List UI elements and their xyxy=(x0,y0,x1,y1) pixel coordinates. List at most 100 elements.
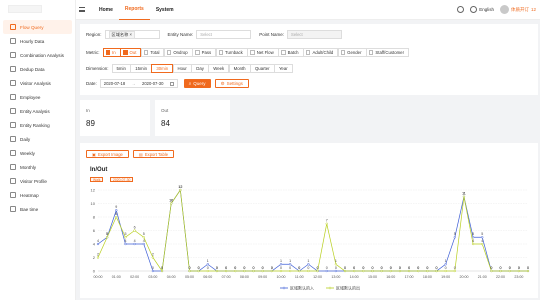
x-tick-label: 03:00 xyxy=(148,275,157,279)
x-tick-label: 12:00 xyxy=(313,275,322,279)
dimension-option[interactable]: Day xyxy=(191,64,209,73)
metric-checkbox[interactable]: Pass xyxy=(192,48,217,57)
metric-checkbox[interactable]: Out xyxy=(120,48,142,57)
legend-marker xyxy=(282,286,286,290)
sidebar-item[interactable]: Flow Query xyxy=(3,20,72,34)
dimension-option[interactable]: Week xyxy=(208,64,230,73)
sidebar-item[interactable]: Heatmap xyxy=(3,188,72,202)
sidebar-item[interactable]: Employee xyxy=(3,90,72,104)
sidebar-item[interactable]: Daily xyxy=(3,132,72,146)
point-select[interactable]: Select xyxy=(287,30,343,39)
metric-checkbox[interactable]: Batch xyxy=(278,48,304,57)
metric-checkbox[interactable]: Adult/Child xyxy=(302,48,339,57)
data-point xyxy=(453,269,456,273)
metric-checkbox[interactable]: Ondrop xyxy=(163,48,193,57)
sidebar-item[interactable]: Monthly xyxy=(3,160,72,174)
legend-label: 区域默认的出 xyxy=(336,285,360,291)
data-label: 0 xyxy=(253,266,255,270)
metric-label: Metric: xyxy=(86,50,100,55)
language-switch[interactable]: English xyxy=(470,6,494,13)
data-point xyxy=(124,242,127,246)
data-label: 0 xyxy=(362,266,364,270)
data-point xyxy=(142,242,145,246)
data-label: 0 xyxy=(225,266,227,270)
sidebar-item-label: Entity Analysis xyxy=(20,108,50,114)
data-label: 0 xyxy=(161,266,163,270)
data-point xyxy=(490,269,493,273)
data-point xyxy=(517,269,521,273)
x-tick-label: 02:00 xyxy=(130,275,139,279)
settings-button[interactable]: ⚙ Settings xyxy=(214,79,249,88)
dimension-label: Dimension: xyxy=(86,66,109,71)
top-tab[interactable]: Reports xyxy=(118,0,150,20)
metric-label: Turnback xyxy=(225,50,243,55)
region-label: Region: xyxy=(86,32,102,37)
x-tick-label: 06:00 xyxy=(203,275,212,279)
data-label: 0 xyxy=(298,266,300,270)
sidebar-item[interactable]: Entity Analysis xyxy=(3,104,72,118)
data-point xyxy=(471,242,475,246)
metric-checkbox[interactable]: Staff/Customer xyxy=(365,48,409,57)
metric-label: Adult/Child xyxy=(312,50,334,55)
data-label: 0 xyxy=(408,266,410,270)
data-label: 0 xyxy=(353,266,355,270)
data-label: 5 xyxy=(106,232,108,236)
data-point xyxy=(170,202,173,205)
dimension-option[interactable]: 30min xyxy=(151,64,174,73)
metric-checkbox[interactable]: In xyxy=(102,48,121,57)
stat-label: Out xyxy=(161,108,169,113)
metric-checkbox[interactable]: Net Flow xyxy=(247,48,279,57)
dimension-option[interactable]: Month xyxy=(228,64,251,73)
settings-icon[interactable] xyxy=(457,6,465,13)
data-point xyxy=(426,269,429,273)
top-right-area: English 体质开订 12 xyxy=(457,5,540,14)
data-label: 4 xyxy=(97,239,99,243)
sidebar-item[interactable]: Combination Analysis xyxy=(3,48,72,62)
sidebar-item[interactable]: Entity Ranking xyxy=(3,118,72,132)
data-label: 4 xyxy=(481,239,483,243)
dimension-option[interactable]: 15min xyxy=(130,64,152,73)
x-tick-label: 15:00 xyxy=(368,275,377,279)
top-tab[interactable]: Home xyxy=(93,0,119,20)
data-label: 0 xyxy=(307,266,309,270)
data-label: 0 xyxy=(326,266,328,270)
data-label: 1 xyxy=(289,259,291,263)
checkbox-icon xyxy=(250,50,255,55)
sidebar-item-label: Combination Analysis xyxy=(20,52,64,58)
region-select[interactable]: 区域名称 × xyxy=(104,30,160,39)
top-tab[interactable]: System xyxy=(150,0,180,20)
x-tick-label: 22:00 xyxy=(496,275,505,279)
sidebar-item[interactable]: Dedup Data xyxy=(3,62,72,76)
metric-checkbox[interactable]: Total xyxy=(140,48,165,57)
data-point xyxy=(508,269,511,273)
entity-select[interactable]: Select xyxy=(196,30,252,39)
data-label: 0 xyxy=(509,266,511,270)
menu-toggle-icon[interactable] xyxy=(79,7,85,12)
data-point xyxy=(407,269,411,273)
metric-checkbox[interactable]: Turnback xyxy=(215,48,248,57)
chart-panel: ▣ Export Image ▤ Export Table In/Out Wal… xyxy=(80,143,538,298)
sidebar-item[interactable]: Bae time xyxy=(3,202,72,216)
x-tick-label: 14:00 xyxy=(350,275,359,279)
dimension-option[interactable]: Hour xyxy=(172,64,192,73)
metric-label: Gender xyxy=(347,50,362,55)
sidebar-item[interactable]: Hourly Data xyxy=(3,34,72,48)
x-tick-label: 16:00 xyxy=(386,275,395,279)
user-menu[interactable]: 体质开订 12 xyxy=(499,5,536,14)
search-icon: ⌕ xyxy=(188,81,192,86)
query-button[interactable]: ⌕ Query xyxy=(183,79,211,88)
sidebar-item[interactable]: Weekly xyxy=(3,146,72,160)
sidebar-item[interactable]: Visitor Analysis xyxy=(3,76,72,90)
date-range-picker[interactable]: 2020-07-18 → 2020-07-30 xyxy=(99,79,178,88)
dimension-option[interactable]: Year xyxy=(273,64,293,73)
top-bar: Home Reports System English 体质开订 12 xyxy=(76,0,540,20)
sidebar-item[interactable]: Visitor Profile xyxy=(3,174,72,188)
data-point xyxy=(197,269,200,273)
sidebar-item-label: Monthly xyxy=(20,164,37,170)
metric-checkbox[interactable]: Gender xyxy=(337,48,367,57)
region-tag: 区域名称 × xyxy=(108,30,135,39)
data-label: 2 xyxy=(152,252,154,256)
dimension-option[interactable]: 5min xyxy=(111,64,131,73)
dimension-option[interactable]: Quarter xyxy=(249,64,275,73)
data-point xyxy=(499,269,502,273)
